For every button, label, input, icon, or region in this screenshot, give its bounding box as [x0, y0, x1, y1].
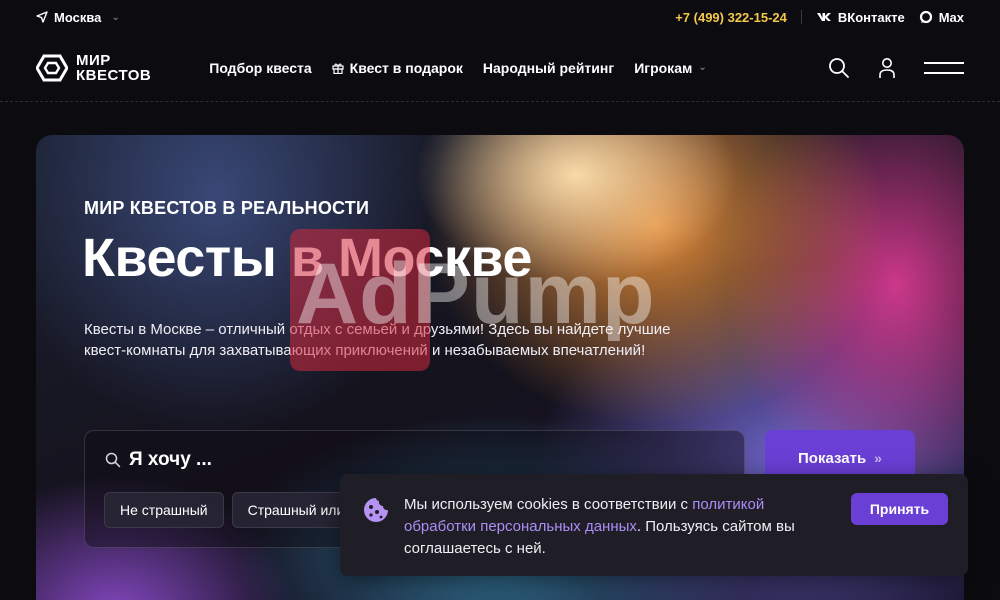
- max-link[interactable]: Max: [919, 10, 964, 25]
- cookie-text: Мы используем cookies в соответствии с п…: [404, 494, 834, 560]
- vk-icon: [816, 13, 831, 21]
- nav-label: Игрокам: [634, 59, 693, 76]
- nav-quest-selection[interactable]: Подбор квеста: [209, 60, 311, 76]
- filter-chip-not-scary[interactable]: Не страшный: [104, 492, 224, 528]
- site-logo[interactable]: МИР КВЕСТОВ: [36, 53, 151, 83]
- search-icon: [105, 452, 121, 468]
- top-bar: Москва ⌄ +7 (499) 322-15-24 ВКонтакте Ma…: [0, 0, 1000, 34]
- nav-label: Народный рейтинг: [482, 59, 615, 76]
- main-nav: Подбор квеста Квест в подарок Народный р…: [209, 60, 706, 76]
- nav-label: Подбор квеста: [209, 59, 312, 76]
- page-title: Квесты в Москве: [82, 228, 532, 288]
- cookie-icon: [364, 498, 388, 522]
- cookie-banner: Мы используем cookies в соответствии с п…: [340, 474, 968, 576]
- nav-players[interactable]: Игрокам ⌄: [634, 60, 707, 76]
- chevron-down-icon: ⌄: [111, 11, 120, 23]
- hero-description: Квесты в Москве – отличный отдых с семье…: [84, 321, 671, 359]
- nav-gift-quest[interactable]: Квест в подарок: [332, 60, 463, 76]
- gift-icon: [332, 63, 344, 74]
- city-label: Москва: [54, 9, 102, 25]
- double-chevron-right-icon: »: [874, 450, 882, 466]
- logo-line2: КВЕСТОВ: [76, 66, 152, 84]
- max-label: Max: [938, 9, 964, 25]
- vk-label: ВКонтакте: [837, 9, 905, 25]
- divider: [800, 10, 802, 24]
- max-icon: [919, 10, 932, 24]
- search-icon[interactable]: [828, 57, 850, 79]
- logo-hexagon-icon: [36, 54, 68, 81]
- show-button-label: Показать: [798, 449, 867, 467]
- search-prompt[interactable]: Я хочу ...: [105, 449, 212, 471]
- phone-link[interactable]: +7 (499) 322-15-24: [675, 10, 787, 25]
- nav-people-rating[interactable]: Народный рейтинг: [483, 60, 614, 76]
- city-selector[interactable]: Москва ⌄: [36, 10, 120, 25]
- chevron-down-icon: ⌄: [698, 62, 707, 73]
- location-arrow-icon: [36, 11, 48, 23]
- nav-label: Квест в подарок: [349, 59, 463, 76]
- vk-link[interactable]: ВКонтакте: [816, 10, 905, 25]
- cookie-text-before: Мы используем cookies в соответствии с: [404, 496, 693, 513]
- filter-chips: Не страшный Страшный или: [104, 492, 361, 528]
- hero-eyebrow: МИР КВЕСТОВ В РЕАЛЬНОСТИ: [84, 198, 370, 218]
- main-header: МИР КВЕСТОВ Подбор квеста Квест в подаро…: [0, 34, 1000, 102]
- user-icon[interactable]: [878, 57, 896, 79]
- accept-cookies-button[interactable]: Принять: [851, 493, 948, 525]
- search-label: Я хочу ...: [129, 449, 212, 470]
- menu-icon[interactable]: [924, 61, 964, 74]
- logo-line1: МИР: [76, 51, 111, 69]
